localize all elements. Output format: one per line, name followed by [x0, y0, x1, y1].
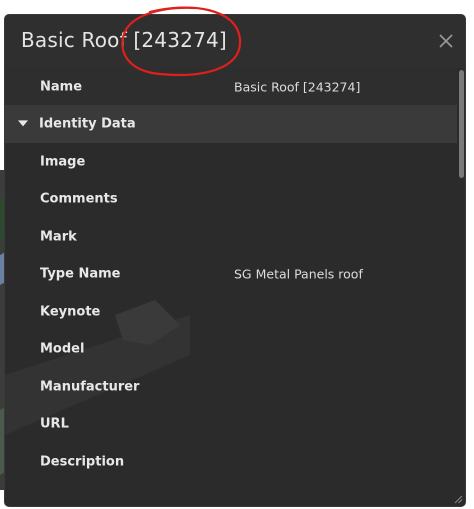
property-row-url: URL — [5, 406, 457, 444]
property-label: Manufacturer — [40, 379, 140, 395]
group-header-identity-data[interactable]: Identity Data — [5, 105, 457, 143]
properties-panel: Basic Roof [243274] Name Basic Roof [243… — [5, 15, 465, 506]
property-label: Keynote — [40, 304, 101, 320]
property-label: Type Name — [40, 266, 121, 282]
property-row-comments: Comments — [5, 181, 457, 219]
properties-list: Name Basic Roof [243274] Identity Data I… — [5, 68, 457, 506]
caret-down-icon[interactable] — [18, 120, 28, 127]
scroll-thumb[interactable] — [459, 70, 464, 178]
vertical-scrollbar[interactable] — [457, 68, 465, 506]
property-row-manufacturer: Manufacturer — [5, 368, 457, 406]
property-value: SG Metal Panels roof — [234, 266, 363, 282]
panel-title: Basic Roof [243274] — [21, 28, 227, 52]
screen: Basic Roof [243274] Name Basic Roof [243… — [0, 0, 474, 509]
property-label: Name — [40, 79, 83, 94]
property-label: Description — [40, 454, 125, 470]
property-row-mark: Mark — [5, 218, 457, 256]
close-icon[interactable] — [437, 32, 455, 50]
property-label: Model — [40, 341, 85, 357]
resize-grip-icon[interactable] — [453, 494, 463, 504]
property-row-keynote: Keynote — [5, 293, 457, 331]
property-label: Image — [40, 154, 86, 170]
property-row-type-name: Type Name SG Metal Panels roof — [5, 256, 457, 294]
group-label: Identity Data — [39, 116, 136, 132]
property-label: URL — [40, 416, 69, 432]
property-value: Basic Roof [243274] — [234, 79, 361, 94]
property-row-name: Name Basic Roof [243274] — [5, 68, 457, 105]
property-row-model: Model — [5, 331, 457, 369]
property-row-image: Image — [5, 143, 457, 181]
property-row-description: Description — [5, 443, 457, 481]
property-label: Comments — [40, 191, 118, 207]
panel-header[interactable]: Basic Roof [243274] — [5, 15, 465, 68]
property-label: Mark — [40, 229, 77, 245]
